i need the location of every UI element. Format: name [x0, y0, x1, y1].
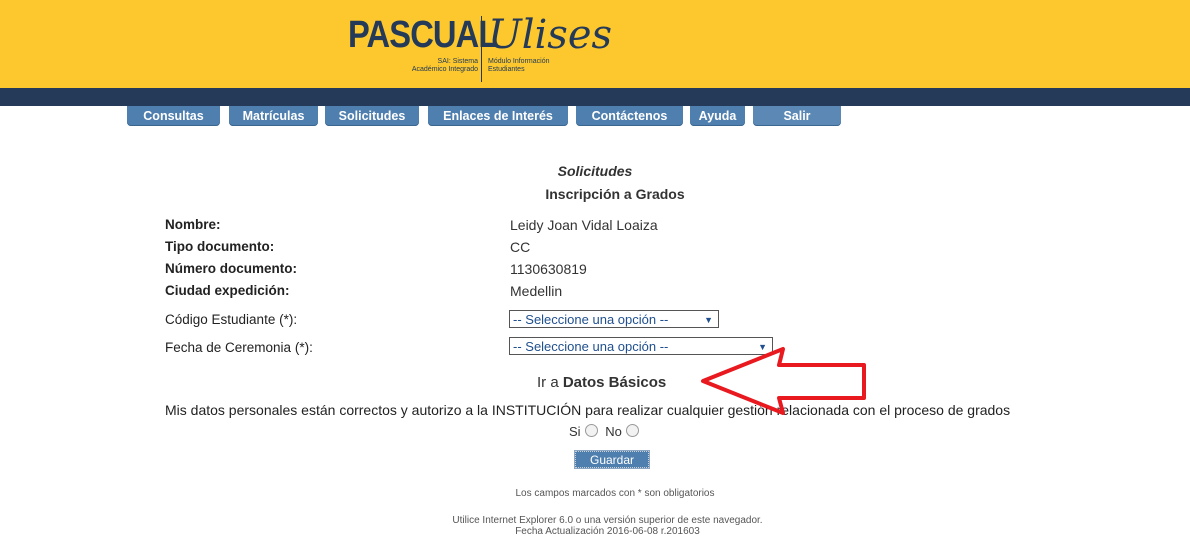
page-title: Solicitudes — [557, 163, 633, 179]
logo-brand: PASCUAL — [348, 14, 498, 56]
required-fields-note: Los campos marcados con * son obligatori… — [515, 488, 715, 499]
tab-salir[interactable]: Salir — [753, 106, 841, 126]
red-annotation-arrow-icon — [701, 347, 866, 415]
tab-matriculas[interactable]: Matrículas — [229, 106, 318, 126]
logo-product: Ulises — [488, 12, 613, 58]
authorization-statement: Mis datos personales están correctos y a… — [165, 402, 1011, 418]
chevron-down-icon: ▼ — [704, 315, 713, 325]
tab-ayuda[interactable]: Ayuda — [690, 106, 745, 126]
numero-documento-label: Número documento: — [165, 261, 298, 276]
nombre-value: Leidy Joan Vidal Loaiza — [510, 217, 658, 233]
tab-enlaces-de-interes[interactable]: Enlaces de Interés — [428, 106, 568, 126]
si-radio[interactable] — [584, 424, 598, 437]
ciudad-expedicion-label: Ciudad expedición: — [165, 283, 290, 298]
ir-datos-basicos[interactable]: Ir a Datos Básicos — [537, 374, 666, 391]
tipo-documento-label: Tipo documento: — [165, 239, 275, 254]
authorization-radio-group: Si No — [569, 424, 643, 439]
logo-divider — [481, 16, 482, 82]
header-navy-bar — [0, 88, 1190, 106]
datos-basicos-link[interactable]: Datos Básicos — [563, 374, 666, 391]
tab-contactenos[interactable]: Contáctenos — [576, 106, 683, 126]
browser-note: Utilice Internet Explorer 6.0 o una vers… — [452, 515, 763, 526]
fecha-ceremonia-label: Fecha de Ceremonia (*): — [165, 340, 313, 355]
page-subtitle: Inscripción a Grados — [545, 186, 685, 202]
codigo-estudiante-select[interactable]: -- Seleccione una opción -- ▼ — [509, 310, 719, 328]
numero-documento-value: 1130630819 — [510, 261, 587, 277]
tipo-documento-value: CC — [510, 239, 531, 255]
tab-consultas[interactable]: Consultas — [127, 106, 220, 126]
ir-prefix: Ir a — [537, 374, 563, 391]
nombre-label: Nombre: — [165, 217, 221, 232]
fecha-ceremonia-selected: -- Seleccione una opción -- — [513, 339, 669, 354]
update-date-note: Fecha Actualización 2016-06-08 r.201603 — [515, 526, 700, 537]
logo-product-subtitle: Módulo Información Estudiantes — [488, 58, 550, 73]
ciudad-expedicion-value: Medellin — [510, 283, 563, 299]
guardar-button[interactable]: Guardar — [574, 450, 650, 469]
logo-brand-subtitle: SAI: Sistema Académico Integrado — [411, 58, 478, 73]
no-label: No — [605, 424, 622, 439]
si-label: Si — [569, 424, 581, 439]
tab-solicitudes[interactable]: Solicitudes — [325, 106, 419, 126]
codigo-estudiante-label: Código Estudiante (*): — [165, 312, 298, 327]
no-radio[interactable] — [625, 424, 639, 437]
codigo-estudiante-selected: -- Seleccione una opción -- — [513, 312, 669, 327]
